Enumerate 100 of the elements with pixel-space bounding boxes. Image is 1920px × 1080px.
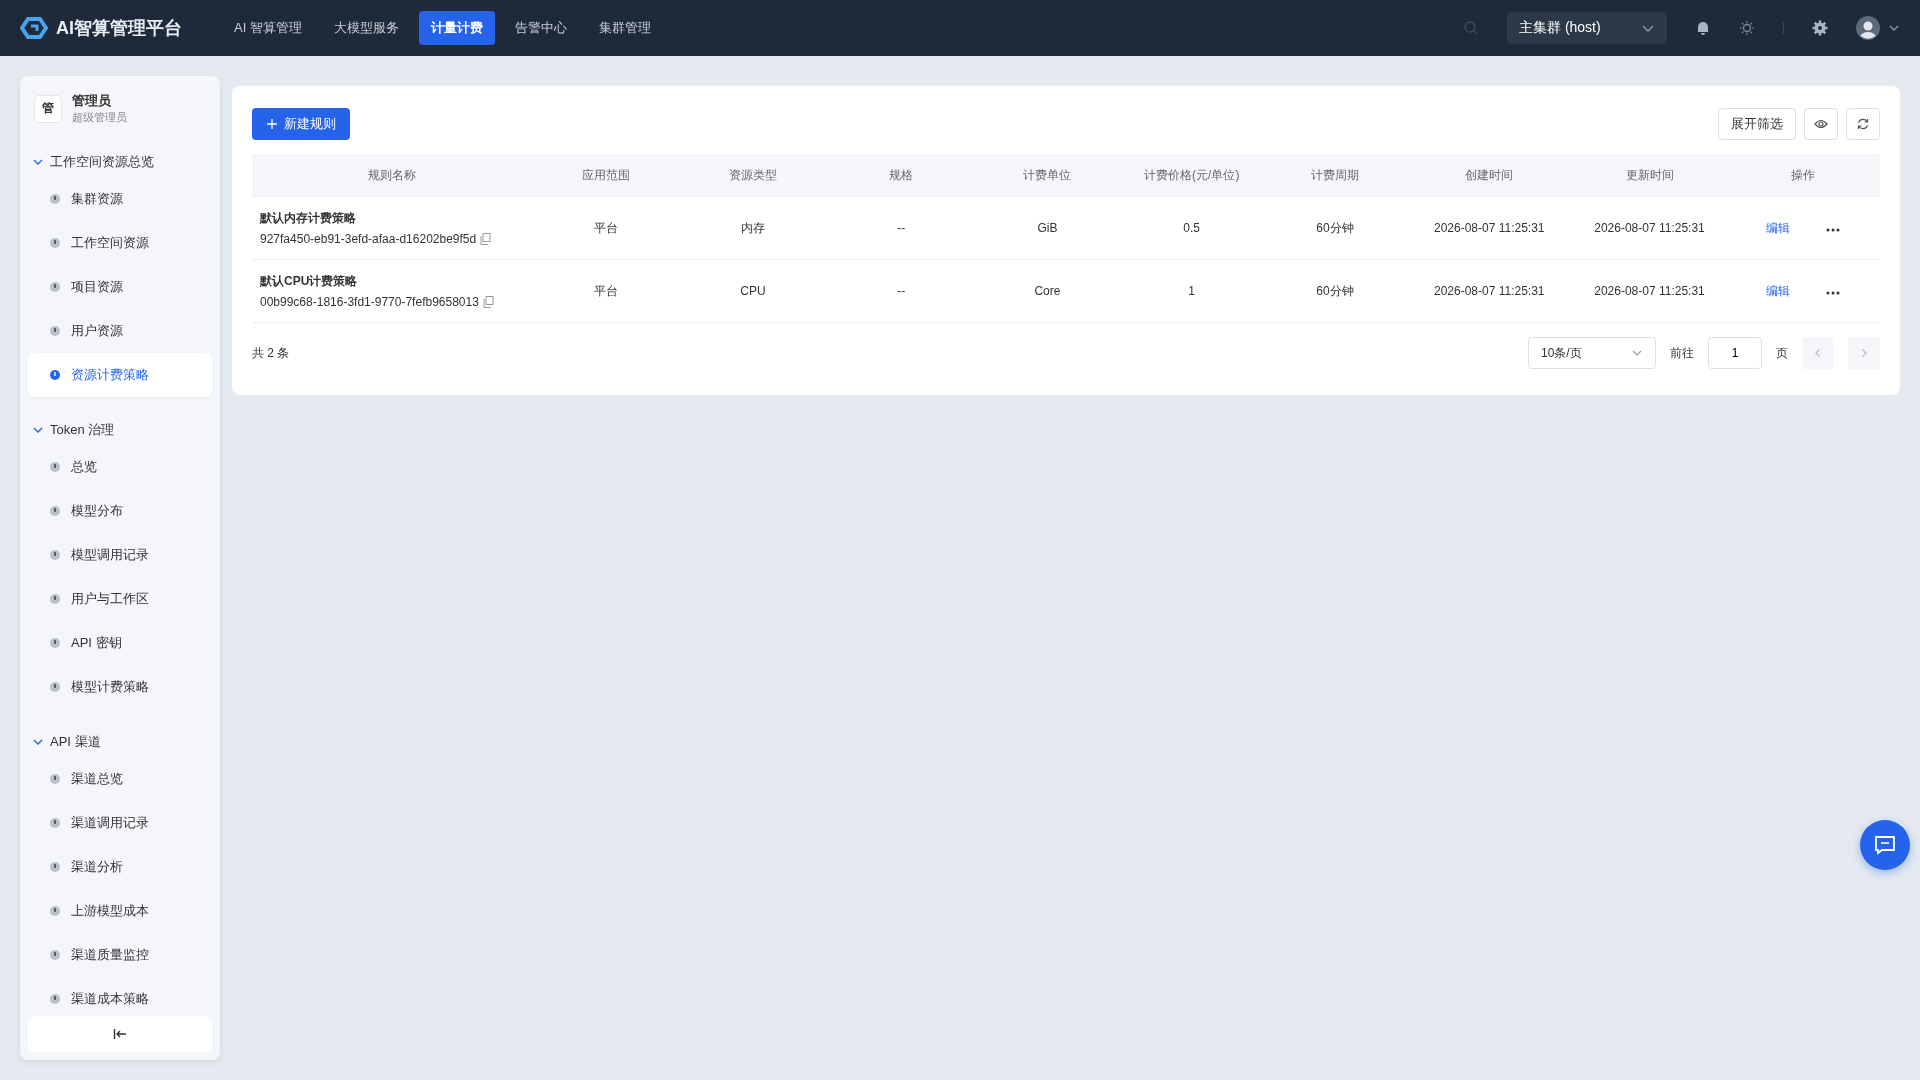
menu-item[interactable]: 渠道调用记录 [28,801,212,845]
dot-icon [49,369,61,381]
menu-item[interactable]: 渠道总览 [28,757,212,801]
total-count: 共 2 条 [252,344,290,362]
menu-item[interactable]: 总览 [28,445,212,489]
rule-id: 00b99c68-1816-3fd1-9770-7fefb9658013 [260,295,479,309]
menu-item[interactable]: 上游模型成本 [28,889,212,933]
menu-item[interactable]: 工作空间资源 [28,221,212,265]
menu-group[interactable]: Token 治理 [28,415,212,445]
view-button[interactable] [1804,108,1838,140]
chevron-right-icon [1859,348,1869,358]
dot-icon [49,193,61,205]
eye-icon [1814,117,1828,131]
settings-icon[interactable] [1812,20,1828,36]
column-header: 创建时间 [1406,154,1573,197]
dot-icon [49,905,61,917]
rule-name: 默认内存计费策略 [260,210,357,227]
menu-item[interactable]: 项目资源 [28,265,212,309]
menu-item[interactable]: 用户与工作区 [28,577,212,621]
menu-item[interactable]: 集群资源 [28,177,212,221]
menu-group[interactable]: API 渠道 [28,727,212,757]
table-cell: 2026-08-07 11:25:31 [1572,196,1727,260]
user-avatar: 管 [34,94,62,123]
bell-icon[interactable] [1695,20,1711,36]
dot-icon [49,549,61,561]
column-header: 更新时间 [1572,154,1727,197]
table-cell: 60分钟 [1263,259,1407,323]
table-cell: 2026-08-07 11:25:31 [1406,259,1573,323]
user-name: 管理员 [72,92,112,110]
menu-item[interactable]: 模型调用记录 [28,533,212,577]
more-icon[interactable] [1826,227,1841,232]
dot-icon [49,637,61,649]
column-header: 计费价格(元/单位) [1119,154,1264,197]
menu-item[interactable]: 模型分布 [28,489,212,533]
menu-group[interactable]: 工作空间资源总览 [28,147,212,177]
column-header: 计费周期 [1263,154,1407,197]
dot-icon [49,949,61,961]
nav-tab[interactable]: AI 智算管理 [222,11,314,45]
filter-button[interactable]: 展开筛选 [1718,108,1796,140]
table-cell: CPU [678,259,828,323]
chat-icon [1874,835,1896,855]
table-cell: -- [827,196,976,260]
menu-item[interactable]: 用户资源 [28,309,212,353]
dot-icon [49,461,61,473]
nav-tab[interactable]: 大模型服务 [321,11,411,45]
collapse-icon [113,1028,127,1040]
table-cell: -- [827,259,976,323]
rule-id: 927fa450-eb91-3efd-afaa-d16202be9f5d [260,232,477,246]
chevron-left-icon [1813,348,1823,358]
column-header: 计费单位 [975,154,1120,197]
table-cell: 1 [1119,259,1264,323]
dot-icon [49,681,61,693]
table-cell: 0.5 [1119,196,1264,260]
menu-item[interactable]: 渠道分析 [28,845,212,889]
edit-link[interactable]: 编辑 [1766,220,1791,235]
table-cell: 2026-08-07 11:25:31 [1572,259,1727,323]
table-cell: 60分钟 [1263,196,1407,260]
goto-label: 前往 [1670,344,1694,362]
page-size-select[interactable]: 10条/页 [1528,337,1656,369]
edit-link[interactable]: 编辑 [1766,283,1791,298]
menu-item[interactable]: 模型计费策略 [28,665,212,709]
dot-icon [49,861,61,873]
table-cell: 内存 [678,196,828,260]
chat-button[interactable] [1860,820,1910,870]
copy-icon[interactable] [482,296,494,308]
app-title: AI智算管理平台 [56,17,182,40]
nav-tab[interactable]: 告警中心 [502,11,579,45]
avatar-icon[interactable] [1856,16,1880,40]
column-header: 操作 [1726,154,1880,197]
dot-icon [49,325,61,337]
rule-name: 默认CPU计费策略 [260,273,359,290]
column-header: 资源类型 [678,154,828,197]
new-rule-button[interactable]: 新建规则 [252,108,350,140]
sun-icon[interactable] [1739,20,1755,36]
menu-item[interactable]: API 密钥 [28,621,212,665]
menu-item[interactable]: 渠道成本策略 [28,977,212,1012]
table-cell: 2026-08-07 11:25:31 [1406,196,1573,260]
menu-item[interactable]: 渠道质量监控 [28,933,212,977]
logo-icon [20,16,48,40]
refresh-icon [1856,117,1870,131]
dot-icon [49,993,61,1005]
page-input[interactable]: 1 [1708,337,1762,369]
table-cell: 平台 [532,196,679,260]
table-cell: Core [975,259,1120,323]
dot-icon [49,505,61,517]
menu-item[interactable]: 资源计费策略 [28,353,212,397]
copy-icon[interactable] [480,233,492,245]
table-cell: GiB [975,196,1120,260]
dot-icon [49,281,61,293]
refresh-button[interactable] [1846,108,1880,140]
cluster-select[interactable]: 主集群 (host) [1507,12,1667,44]
dot-icon [49,817,61,829]
dot-icon [49,773,61,785]
plus-icon [266,118,278,130]
dot-icon [49,593,61,605]
page-label: 页 [1776,344,1788,362]
table-cell: 平台 [532,259,679,323]
more-icon[interactable] [1826,290,1841,295]
nav-tab[interactable]: 计量计费 [418,11,495,45]
nav-tab[interactable]: 集群管理 [586,11,663,45]
